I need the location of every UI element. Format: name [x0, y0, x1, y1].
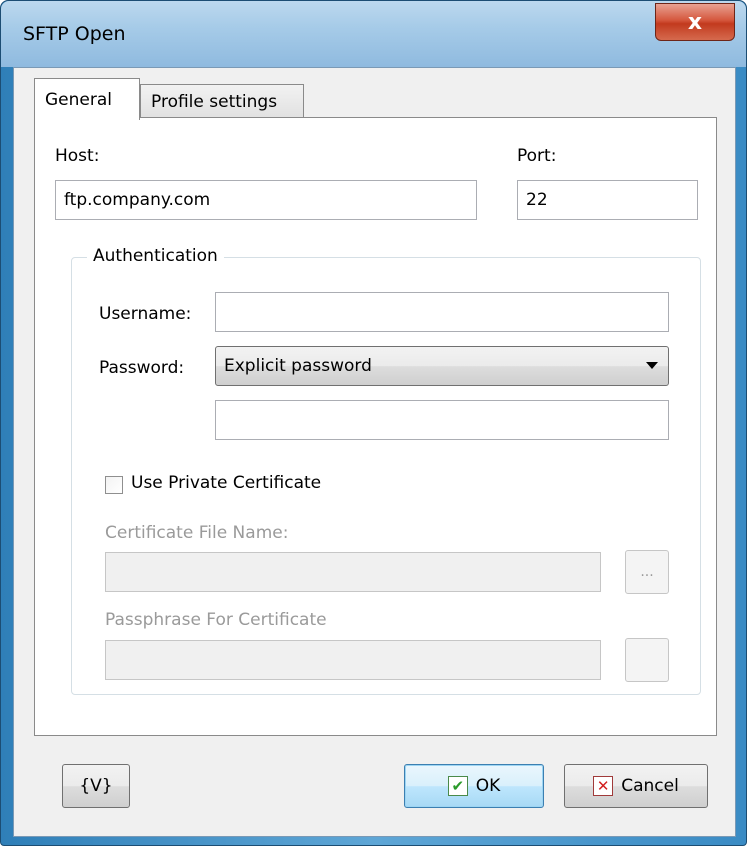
password-mode-select[interactable]: Explicit password	[215, 346, 669, 386]
ok-button[interactable]: ✔ OK	[404, 764, 544, 808]
cancel-button-label: Cancel	[621, 776, 679, 796]
tab-profile-settings-label: Profile settings	[151, 91, 278, 112]
cancel-button[interactable]: ✕ Cancel	[564, 764, 708, 808]
passphrase-input[interactable]	[105, 640, 601, 680]
tab-general-label: General	[45, 89, 112, 110]
ellipsis-icon: ...	[640, 564, 654, 580]
host-input[interactable]: ftp.company.com	[55, 180, 477, 220]
use-private-certificate-label[interactable]: Use Private Certificate	[131, 473, 321, 493]
close-button[interactable]: x	[655, 3, 735, 41]
close-icon: x	[687, 9, 703, 35]
certificate-file-label: Certificate File Name:	[105, 523, 289, 543]
title-bar[interactable]: SFTP Open x	[1, 1, 746, 67]
tab-profile-settings[interactable]: Profile settings	[140, 84, 304, 118]
use-private-certificate-checkbox[interactable]	[105, 476, 123, 494]
cancel-x-icon: ✕	[593, 776, 614, 796]
host-input-value: ftp.company.com	[64, 190, 211, 210]
variables-button-label: {V}	[79, 776, 113, 796]
password-mode-value: Explicit password	[224, 356, 372, 376]
dropdown-arrow-icon	[646, 362, 658, 369]
port-input-value: 22	[526, 190, 548, 210]
variables-button[interactable]: {V}	[62, 764, 130, 808]
tab-general[interactable]: General	[34, 78, 140, 120]
ok-button-label: OK	[475, 776, 501, 796]
passphrase-label: Passphrase For Certificate	[105, 610, 327, 630]
password-label: Password:	[99, 358, 185, 378]
password-input[interactable]	[215, 400, 669, 440]
certificate-file-input[interactable]	[105, 552, 601, 592]
username-label: Username:	[99, 304, 192, 324]
dialog-window: SFTP Open x General Profile settings Hos…	[0, 0, 747, 846]
general-tab-panel: Host: ftp.company.com Port: 22 Authentic…	[34, 117, 717, 736]
host-label: Host:	[55, 146, 100, 166]
dialog-client-area: General Profile settings Host: ftp.compa…	[13, 67, 736, 837]
username-input[interactable]	[215, 292, 669, 332]
authentication-group-title: Authentication	[87, 246, 224, 266]
browse-certificate-button[interactable]: ...	[625, 550, 669, 594]
window-title: SFTP Open	[23, 23, 126, 45]
passphrase-extra-button[interactable]	[625, 638, 669, 682]
ok-check-icon: ✔	[447, 776, 468, 796]
port-label: Port:	[517, 146, 557, 166]
port-input[interactable]: 22	[517, 180, 698, 220]
